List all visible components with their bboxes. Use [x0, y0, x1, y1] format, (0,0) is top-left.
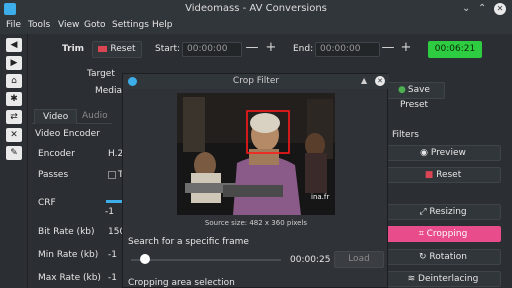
crf-label: CRF [38, 198, 56, 208]
filters-reset-button[interactable]: ■ Reset [385, 167, 501, 183]
watermark-text: ina.fr [311, 193, 329, 201]
preview-label: Preview [430, 148, 466, 158]
tab-video[interactable]: Video [34, 109, 78, 124]
target-label: Target [87, 69, 115, 79]
deinterlacing-label: Deinterlacing [418, 274, 479, 284]
video-encoder-title: Video Encoder [35, 129, 100, 139]
start-time-field[interactable]: 00:00:00 [182, 42, 242, 57]
menu-bar: File Tools View Goto Settings Help [0, 18, 512, 34]
switch-icon[interactable]: ⇄ [6, 110, 22, 124]
menu-goto[interactable]: Goto [84, 20, 106, 30]
menu-view[interactable]: View [58, 20, 79, 30]
preview-button[interactable]: ◉ Preview [385, 145, 501, 161]
search-frame-label: Search for a specific frame [128, 237, 249, 247]
maxrate-field[interactable]: -1 [108, 273, 117, 283]
back-icon[interactable]: ◀ [6, 38, 22, 52]
media-label: Media: [95, 86, 126, 96]
cropping-label: Cropping [426, 229, 468, 239]
menu-tools[interactable]: Tools [28, 20, 50, 30]
start-minus-button[interactable]: — [245, 41, 259, 56]
end-label: End: [293, 44, 314, 54]
cropping-area-label: Cropping area selection [128, 278, 235, 288]
start-plus-button[interactable]: + [264, 41, 278, 56]
filters-title: Filters [392, 130, 419, 140]
crf-value: -1 [105, 207, 114, 217]
frame-slider-handle[interactable] [140, 254, 150, 264]
duration-display: 00:06:21 [428, 41, 482, 58]
crop-icon: ⌗ [418, 229, 427, 239]
rotation-button[interactable]: ↻ Rotation [385, 249, 501, 265]
start-label: Start: [155, 44, 181, 54]
tab-audio[interactable]: Audio [74, 109, 116, 123]
forward-icon[interactable]: ▶ [6, 56, 22, 70]
title-bar: Videomass - AV Conversions ⌄ ⌃ ✕ [0, 0, 512, 18]
passes-checkbox[interactable] [108, 171, 116, 179]
window-title: Videomass - AV Conversions [185, 3, 327, 14]
rotate-icon: ↻ [418, 252, 430, 262]
maxrate-label: Max Rate (kb) [38, 273, 101, 283]
crf-slider[interactable] [106, 200, 122, 203]
trim-label: Trim [62, 44, 85, 54]
close-panel-icon[interactable]: ✕ [6, 128, 22, 142]
frame-time: 00:00:25 [290, 255, 331, 265]
encoder-select[interactable]: H.2 [108, 149, 123, 159]
passes-label: Passes [38, 170, 69, 180]
video-frame-image: ina.fr [177, 93, 335, 215]
tools-icon[interactable]: ✎ [6, 146, 22, 160]
rotation-label: Rotation [429, 252, 468, 262]
save-preset-button[interactable]: ● Save Preset [383, 82, 445, 110]
dialog-title-bar: Crop Filter ▲ ✕ [123, 74, 389, 89]
tab-bar: Video Audio [32, 109, 112, 124]
deinterlacing-button[interactable]: ≋ Deinterlacing [385, 271, 501, 287]
end-time-field[interactable]: 00:00:00 [315, 42, 380, 57]
save-icon: ● [398, 85, 406, 95]
close-icon[interactable]: ✕ [494, 3, 506, 15]
minimize-icon[interactable]: ⌄ [462, 4, 470, 14]
maximize-icon[interactable]: ⌃ [478, 4, 486, 14]
menu-help[interactable]: Help [152, 20, 173, 30]
minrate-label: Min Rate (kb) [38, 250, 99, 260]
frame-slider-track[interactable] [131, 259, 281, 261]
cropping-button[interactable]: ⌗ Cropping [385, 226, 501, 242]
resize-icon: ⤢ [419, 207, 430, 217]
reset-filters-icon: ■ [424, 170, 437, 180]
trim-reset-label: Reset [110, 44, 136, 54]
dialog-title: Crop Filter [232, 76, 280, 86]
load-button[interactable]: Load [334, 251, 384, 268]
preview-icon: ◉ [420, 148, 431, 158]
dialog-close-icon[interactable]: ✕ [375, 76, 385, 86]
source-size-text: Source size: 482 x 360 pixels [204, 219, 308, 227]
video-frame-preview: ina.fr [177, 93, 335, 215]
minrate-field[interactable]: -1 [108, 250, 117, 260]
bitrate-label: Bit Rate (kb) [38, 227, 95, 237]
reset-icon [98, 45, 108, 52]
resizing-button[interactable]: ⤢ Resizing [385, 204, 501, 220]
end-plus-button[interactable]: + [399, 41, 413, 56]
filters-reset-label: Reset [436, 170, 462, 180]
settings-icon[interactable]: ✱ [6, 92, 22, 106]
home-icon[interactable]: ⌂ [6, 74, 22, 88]
crop-filter-dialog: Crop Filter ▲ ✕ ina.fr Source size: 482 … [122, 73, 389, 288]
end-minus-button[interactable]: — [381, 41, 395, 56]
trim-reset-button[interactable]: Reset [92, 41, 142, 58]
resizing-label: Resizing [429, 207, 467, 217]
dialog-maximize-icon[interactable]: ▲ [361, 76, 367, 85]
menu-file[interactable]: File [6, 20, 21, 30]
menu-settings[interactable]: Settings [112, 20, 149, 30]
encoder-label: Encoder [38, 149, 75, 159]
deinterlace-icon: ≋ [407, 274, 419, 284]
left-toolbar: ◀ ▶ ⌂ ✱ ⇄ ✕ ✎ [0, 34, 28, 288]
